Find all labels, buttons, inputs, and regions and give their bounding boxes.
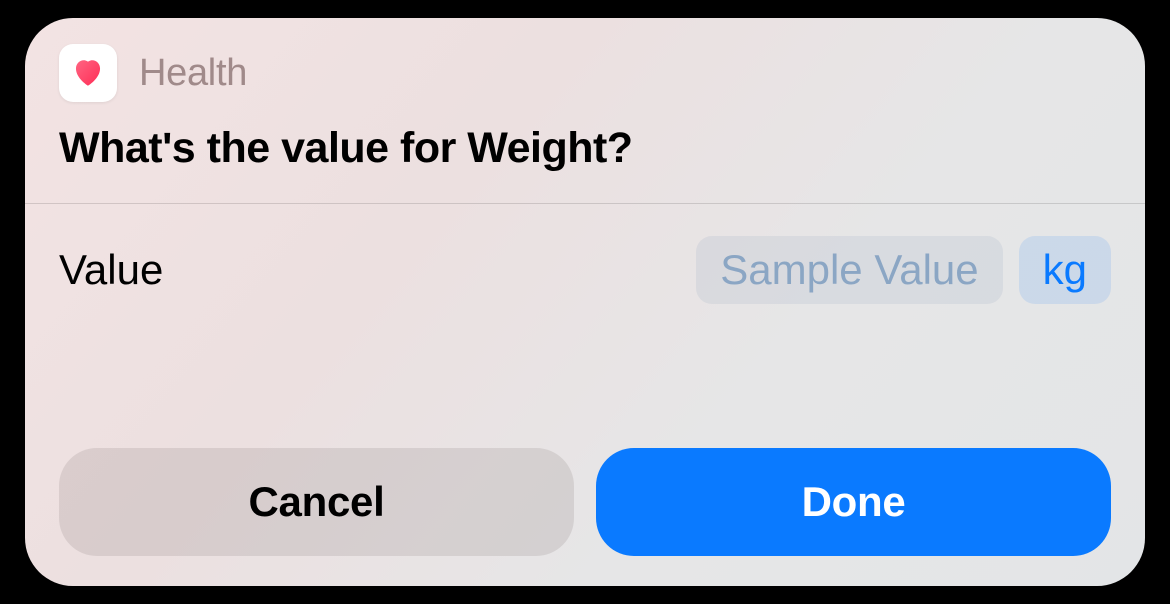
value-label: Value <box>59 246 163 294</box>
cancel-button[interactable]: Cancel <box>59 448 574 556</box>
value-row: Value Sample Value kg <box>25 204 1145 336</box>
heart-icon <box>71 56 105 90</box>
done-button[interactable]: Done <box>596 448 1111 556</box>
dialog-header: Health <box>25 18 1145 112</box>
dialog-footer: Cancel Done <box>25 448 1145 586</box>
unit-button[interactable]: kg <box>1019 236 1111 304</box>
health-app-icon <box>59 44 117 102</box>
app-name-label: Health <box>139 52 247 95</box>
siri-input-dialog: Health What's the value for Weight? Valu… <box>25 18 1145 586</box>
value-input[interactable]: Sample Value <box>696 236 1002 304</box>
prompt-title: What's the value for Weight? <box>25 112 1145 203</box>
